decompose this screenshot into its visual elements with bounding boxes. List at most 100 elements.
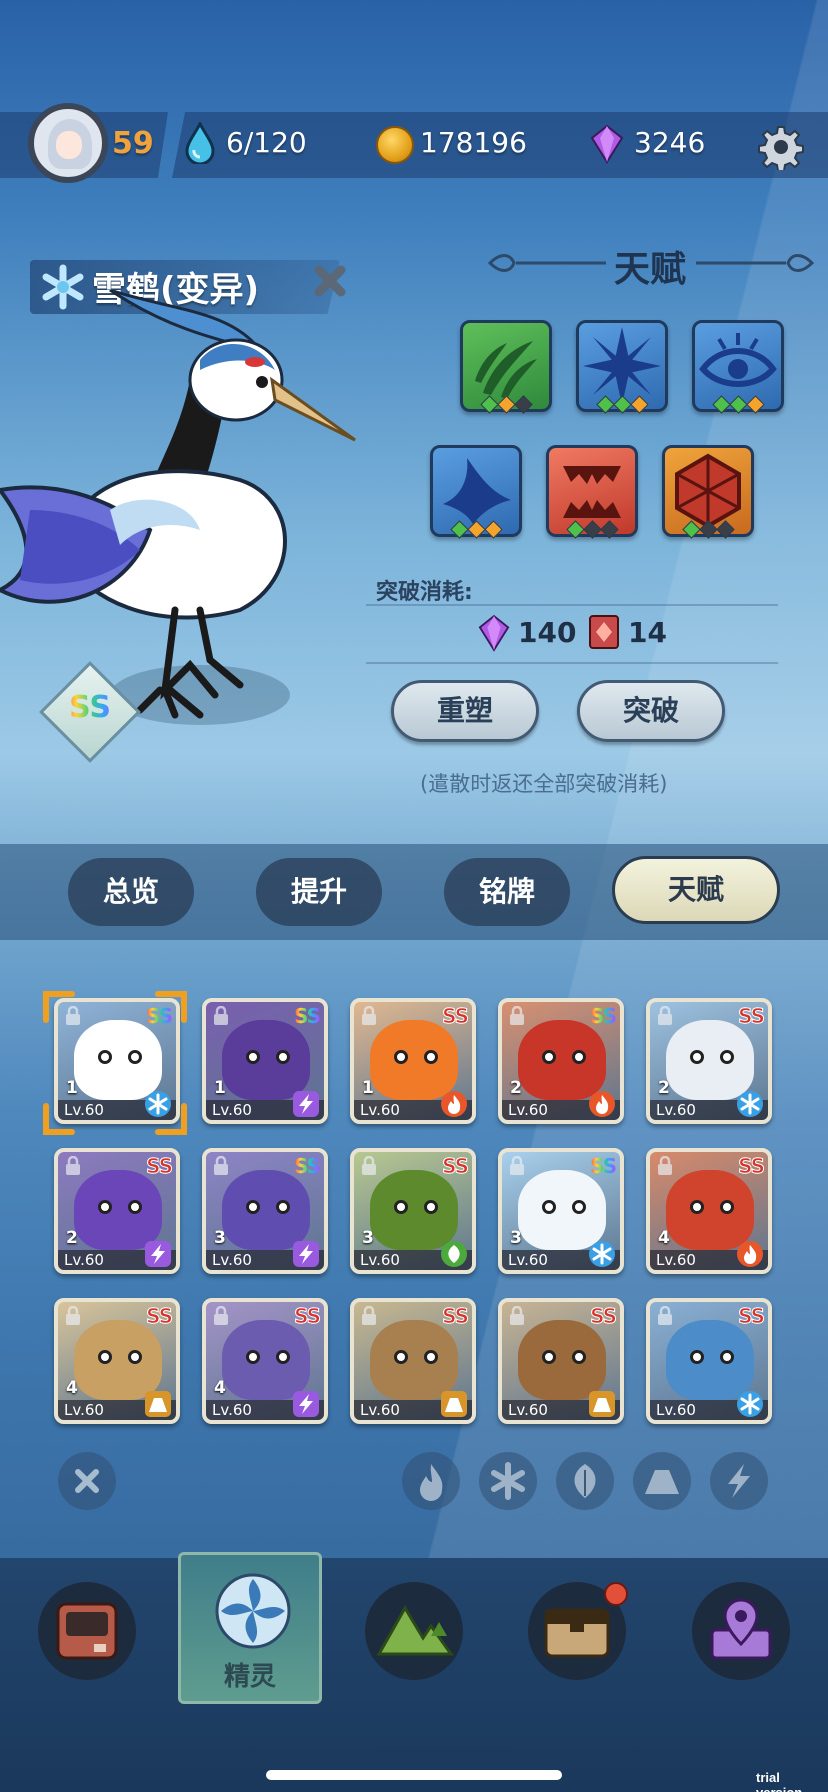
monster-portrait	[222, 1320, 310, 1400]
star-rank: 4	[214, 1378, 226, 1398]
monster-portrait	[666, 1170, 754, 1250]
thunder-element-icon	[144, 1240, 172, 1268]
monster-card[interactable]: SS 1 Lv.60	[350, 998, 476, 1124]
reshape-button[interactable]: 重塑	[391, 680, 539, 742]
monster-card[interactable]: SS Lv.60	[646, 1298, 772, 1424]
monster-eye	[720, 1200, 734, 1214]
settings-gear-icon[interactable]	[758, 124, 804, 170]
star-rank: 3	[362, 1228, 374, 1248]
monster-card[interactable]: SS 3 Lv.60	[498, 1148, 624, 1274]
filter-wood-button[interactable]	[556, 1452, 614, 1510]
monster-portrait	[74, 1320, 162, 1400]
monster-eye	[542, 1200, 556, 1214]
grade-text: SS	[442, 1004, 470, 1029]
tab-talent[interactable]: 天赋	[612, 856, 780, 924]
thunder-element-icon	[292, 1240, 320, 1268]
nav-map-button[interactable]	[692, 1582, 790, 1680]
monster-eye	[690, 1050, 704, 1064]
lock-icon	[360, 1155, 378, 1176]
divider-bottom	[366, 662, 778, 664]
monster-portrait	[222, 1020, 310, 1100]
monster-eye	[572, 1350, 586, 1364]
monster-eye	[276, 1050, 290, 1064]
cost-card-value: 14	[628, 616, 667, 649]
watermark: trial version	[756, 1770, 802, 1792]
wood-element-icon	[440, 1240, 468, 1268]
filter-thunder-button[interactable]	[710, 1452, 768, 1510]
grade-text: SS	[738, 1304, 766, 1329]
monster-eye	[394, 1050, 408, 1064]
clear-icon	[75, 1469, 99, 1493]
monster-eye	[394, 1350, 408, 1364]
monster-eye	[394, 1200, 408, 1214]
lock-icon	[360, 1305, 378, 1326]
thunder-filter-icon	[728, 1464, 750, 1498]
nav-pets-label: 精灵	[223, 1662, 276, 1692]
monster-eye	[128, 1350, 142, 1364]
star-rank: 3	[510, 1228, 522, 1248]
tab-nameplate[interactable]: 铭牌	[444, 858, 570, 926]
lock-icon	[656, 1155, 674, 1176]
break-card-icon	[589, 615, 619, 649]
monster-portrait	[666, 1320, 754, 1400]
gem-value: 3246	[634, 126, 706, 159]
monster-card[interactable]: SS 4 Lv.60	[646, 1148, 772, 1274]
skill-1-pips	[460, 395, 552, 416]
monster-card[interactable]: SS 1 Lv.60	[202, 998, 328, 1124]
cost-gem-value: 140	[518, 616, 577, 649]
monster-card[interactable]: SS Lv.60	[498, 1298, 624, 1424]
tab-overview[interactable]: 总览	[68, 858, 194, 926]
earth-element-icon	[144, 1390, 172, 1418]
lock-icon	[508, 1305, 526, 1326]
monster-card[interactable]: SS 2 Lv.60	[646, 998, 772, 1124]
tab-upgrade[interactable]: 提升	[256, 858, 382, 926]
map-pin-icon	[710, 1598, 772, 1660]
lock-icon	[64, 1305, 82, 1326]
break-button[interactable]: 突破	[577, 680, 725, 742]
grade-text: SS	[146, 1154, 174, 1179]
monster-card[interactable]: SS 2 Lv.60	[498, 998, 624, 1124]
shop-notification-dot	[604, 1582, 628, 1606]
lock-icon	[212, 1005, 230, 1026]
monster-eye	[542, 1350, 556, 1364]
earth-element-icon	[588, 1390, 616, 1418]
fire-element-icon	[440, 1090, 468, 1118]
nav-adventure-button[interactable]	[365, 1582, 463, 1680]
filter-clear-button[interactable]	[58, 1452, 116, 1510]
filter-fire-button[interactable]	[402, 1452, 460, 1510]
skill-5-pips	[546, 520, 638, 541]
monster-eye	[572, 1050, 586, 1064]
monster-card[interactable]: SS 4 Lv.60	[54, 1298, 180, 1424]
monster-portrait	[370, 1170, 458, 1250]
monster-eye	[246, 1200, 260, 1214]
grade-text: SS	[590, 1004, 617, 1028]
title-ornament-right	[696, 254, 814, 272]
filter-ice-button[interactable]	[479, 1452, 537, 1510]
star-rank: 4	[658, 1228, 670, 1248]
ice-element-icon	[736, 1390, 764, 1418]
divider-top	[366, 604, 778, 606]
nav-bag-button[interactable]	[38, 1582, 136, 1680]
monster-card[interactable]: SS 4 Lv.60	[202, 1298, 328, 1424]
monster-card[interactable]: SS 2 Lv.60	[54, 1148, 180, 1274]
grade-text: SS	[294, 1154, 321, 1178]
monster-eye	[690, 1200, 704, 1214]
thunder-element-icon	[292, 1090, 320, 1118]
wood-filter-icon	[574, 1464, 596, 1498]
monster-portrait	[222, 1170, 310, 1250]
monster-card[interactable]: SS Lv.60	[350, 1298, 476, 1424]
monster-card[interactable]: SS 3 Lv.60	[202, 1148, 328, 1274]
ice-element-icon	[588, 1240, 616, 1268]
lock-icon	[212, 1155, 230, 1176]
pet-orb-icon	[215, 1573, 291, 1649]
grade-text: SS	[294, 1304, 322, 1329]
break-cost-label: 突破消耗:	[376, 580, 473, 605]
monster-portrait	[518, 1020, 606, 1100]
backpack-icon	[56, 1602, 118, 1660]
monster-card[interactable]: SS 3 Lv.60	[350, 1148, 476, 1274]
lock-icon	[508, 1005, 526, 1026]
selected-card-frame	[43, 991, 187, 1135]
filter-earth-button[interactable]	[633, 1452, 691, 1510]
player-avatar[interactable]	[28, 103, 108, 183]
lock-icon	[656, 1005, 674, 1026]
